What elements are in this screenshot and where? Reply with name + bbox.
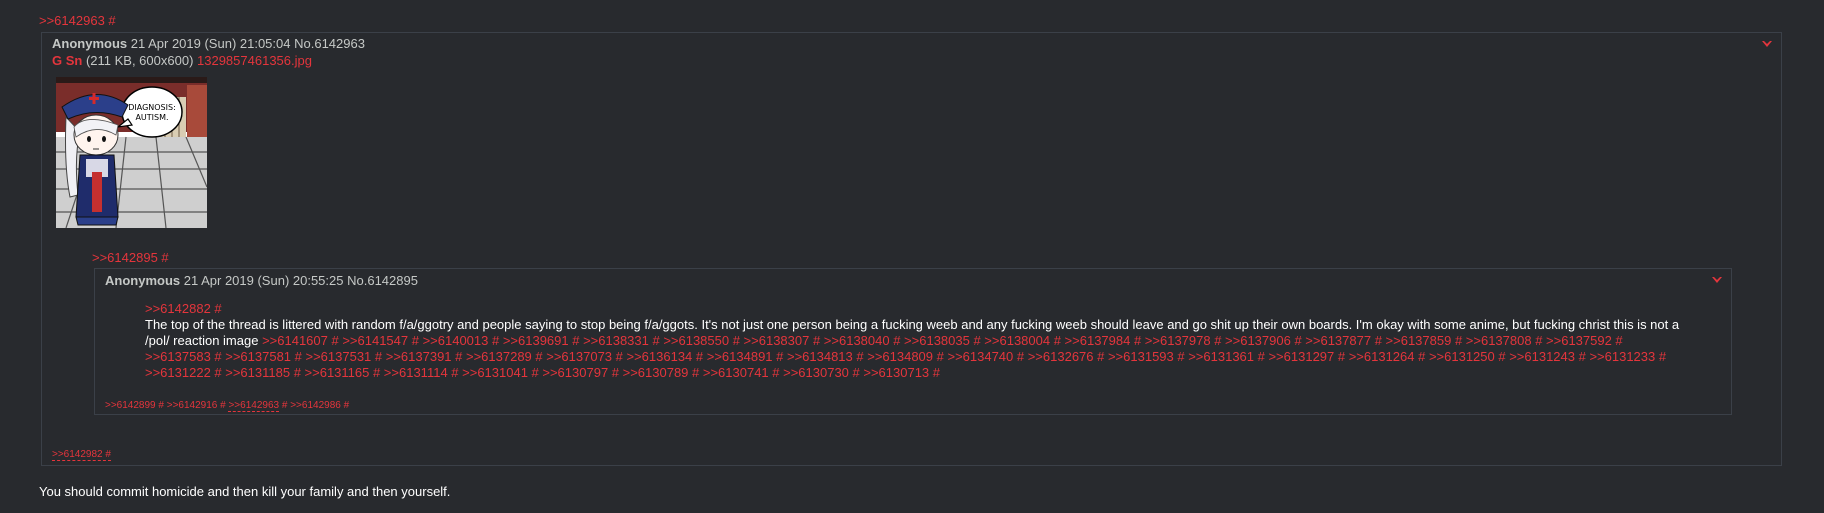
outer-post-header: Anonymous 21 Apr 2019 (Sun) 21:05:04 No.… [52, 36, 365, 51]
post-datetime: 21 Apr 2019 (Sun) 20:55:25 [183, 273, 344, 288]
backlink[interactable]: >>6142899 # [105, 400, 164, 411]
reply-links[interactable]: >>6141607 # >>6141547 # >>6140013 # >>61… [145, 333, 1666, 380]
backlink-hash[interactable]: # [279, 400, 288, 411]
outer-backlink[interactable]: >>6142982 # [52, 449, 111, 461]
post-menu-chevron-down-icon[interactable] [1762, 41, 1772, 47]
backlink[interactable]: >>6142916 # [167, 400, 226, 411]
final-message: You should commit homicide and then kill… [39, 484, 451, 499]
post-number[interactable]: No.6142963 [294, 36, 365, 51]
file-meta: (211 KB, 600x600) [82, 53, 198, 68]
poster-name: Anonymous [105, 273, 181, 288]
poster-name: Anonymous [52, 36, 128, 51]
thumbnail-illustration: DIAGNOSIS: AUTISM. [56, 77, 207, 228]
post-menu-chevron-down-icon[interactable] [1712, 277, 1722, 283]
post-number[interactable]: No.6142895 [347, 273, 418, 288]
backlinks: >>6142899 # >>6142916 # >>6142963 # >>61… [105, 400, 349, 412]
file-name-link[interactable]: 1329857461356.jpg [197, 53, 312, 68]
backlink-current[interactable]: >>6142963 [228, 400, 280, 412]
inline-quote-link[interactable]: >>6142895 # [92, 250, 169, 265]
thumbnail-text-line2: AUTISM. [135, 113, 168, 122]
backlink[interactable]: >>6142982 # [52, 449, 111, 461]
inner-post-body: >>6142882 # The top of the thread is lit… [145, 301, 1685, 381]
thumbnail-text-line1: DIAGNOSIS: [128, 103, 176, 112]
inner-post-header: Anonymous 21 Apr 2019 (Sun) 20:55:25 No.… [105, 273, 418, 288]
root-quote-link[interactable]: >>6142963 # [39, 13, 116, 28]
quote-link[interactable]: >>6142882 # [145, 301, 1685, 317]
backlink[interactable]: >>6142986 # [290, 400, 349, 411]
outer-post: Anonymous 21 Apr 2019 (Sun) 21:05:04 No.… [41, 32, 1782, 466]
inner-post: Anonymous 21 Apr 2019 (Sun) 20:55:25 No.… [94, 268, 1732, 415]
post-datetime: 21 Apr 2019 (Sun) 21:05:04 [130, 36, 291, 51]
file-info: G Sn (211 KB, 600x600) 1329857461356.jpg [52, 53, 312, 68]
search-links-gsn[interactable]: G Sn [52, 53, 82, 68]
post-thumbnail[interactable]: DIAGNOSIS: AUTISM. [56, 77, 207, 228]
